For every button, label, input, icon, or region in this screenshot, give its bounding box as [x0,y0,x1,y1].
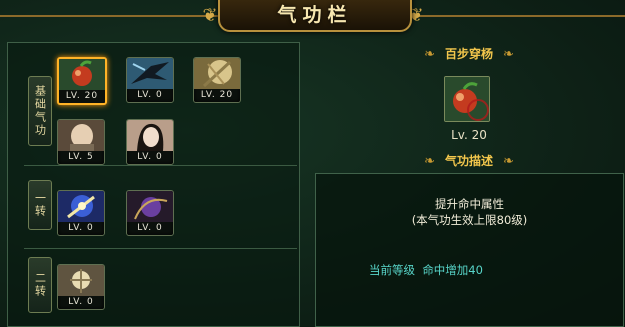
skill-detail-panel: ❧ 百步穿杨 ❧ Lv. 20 ❧ 气功描述 ❧ 提升命中属性 (本气功生效上限80级)… [313,38,625,327]
monk-skill-icon [58,120,104,152]
skill-level: LV. 0 [127,151,173,164]
skill-slot[interactable]: LV. 0 [57,264,105,310]
current-effect: 当前等级 命中增加40 [369,262,483,278]
skill-level: LV. 0 [127,89,173,102]
skill-slot[interactable]: LV. 0 [126,190,174,236]
skill-slot[interactable]: LV. 0 [57,190,105,236]
selected-skill-icon [444,76,490,122]
window-title: 气功栏 [277,4,353,26]
skill-level: LV. 20 [59,90,105,103]
scroll-ornament-icon: ❦ [202,5,218,26]
category-first-turn: 一转 [28,180,52,230]
golden-shield-skill-icon [194,58,240,89]
selected-skill-level: Lv. 20 [451,128,487,142]
description-title: 气功描述 [444,154,493,168]
skill-level: LV. 5 [58,151,104,164]
dark-orb-skill-icon [127,191,173,222]
skill-name: 百步穿杨 [444,47,493,61]
description-header: ❧ 气功描述 ❧ [313,152,625,169]
skill-slot[interactable]: LV. 5 [57,119,105,165]
scroll-ornament-icon: ❧ [424,154,435,169]
scroll-ornament-icon: ❧ [424,47,435,62]
description-limit: (本气功生效上限80级) [411,213,528,227]
skill-level: LV. 0 [58,222,104,235]
description-box: 提升命中属性 (本气功生效上限80级) 当前等级 命中增加40 [315,173,624,327]
skill-slot[interactable]: LV. 0 [126,119,174,165]
fruit-skill-icon [59,59,105,90]
skill-level: LV. 20 [194,89,240,102]
category-base-skills: 基础气功 [28,76,52,146]
female-warrior-skill-icon [127,120,173,151]
skill-name-header: ❧ 百步穿杨 ❧ [313,45,625,62]
description-text: 提升命中属性 [435,197,504,211]
title-divider-right [408,15,625,17]
scroll-ornament-icon: ❧ [503,47,514,62]
scroll-ornament-icon: ❧ [503,154,514,169]
skill-slot-selected[interactable]: LV. 20 [57,57,107,105]
skill-level: LV. 0 [127,222,173,235]
current-level-label: 当前等级 [369,263,415,277]
skill-level: LV. 0 [58,296,104,309]
section-divider [24,248,297,249]
section-divider [24,165,297,166]
skill-slot[interactable]: LV. 0 [126,57,174,103]
blue-burst-skill-icon [58,191,104,222]
category-second-turn: 二转 [28,257,52,313]
current-effect-value: 命中增加40 [422,263,483,277]
bird-strike-skill-icon [127,58,173,89]
skill-list-panel: 基础气功 一转 二转 LV. 20 LV. 0 LV. 20 LV. 5 LV.… [7,42,300,327]
skill-slot[interactable]: LV. 20 [193,57,241,103]
title-divider-left [0,15,218,17]
skill-window: ❦ ❦ 气功栏 基础气功 一转 二转 LV. 20 LV. 0 LV. 20 L… [0,0,625,327]
light-tree-skill-icon [58,265,104,296]
title-plate: 气功栏 [218,0,412,32]
